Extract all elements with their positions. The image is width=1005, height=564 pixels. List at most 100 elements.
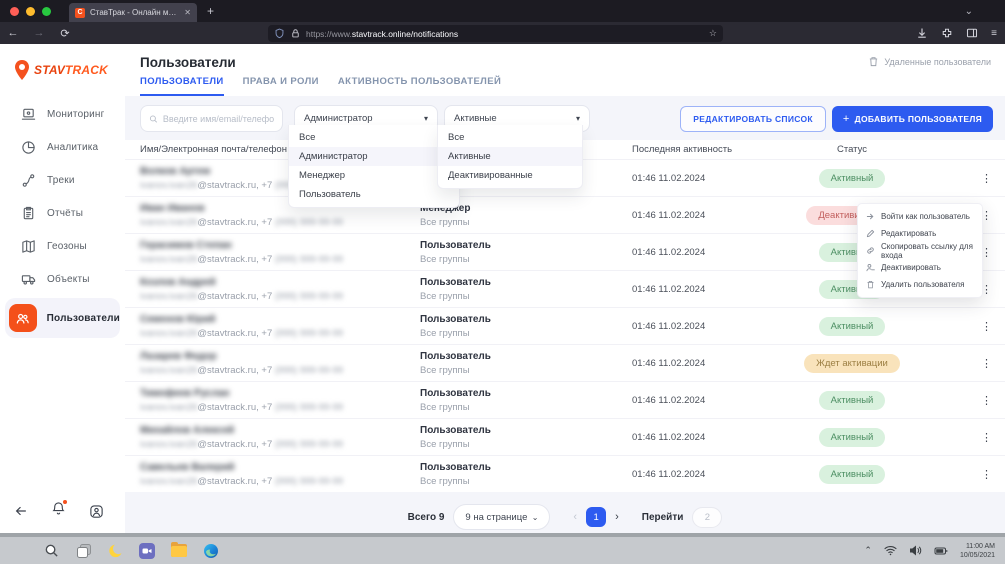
list-tabs-icon[interactable]: ⌄ (965, 6, 973, 17)
status-badge: Активный (819, 169, 886, 188)
menu-option[interactable]: Все (438, 128, 582, 147)
login-arrow-icon (866, 212, 875, 221)
lock-icon (290, 28, 301, 39)
notifications-bell[interactable] (51, 501, 66, 521)
deleted-users-link[interactable]: Удаленные пользователи (868, 56, 991, 67)
maximize-window-button[interactable] (42, 7, 51, 16)
last-activity: 01:46 11.02.2024 (632, 284, 782, 295)
per-page-select[interactable]: 9 на странице ⌄ (453, 504, 550, 530)
last-activity: 01:46 11.02.2024 (632, 432, 782, 443)
row-menu-button[interactable]: ⋮ (922, 468, 1005, 481)
edit-list-button[interactable]: РЕДАКТИРОВАТЬ СПИСОК (680, 106, 826, 132)
file-explorer-icon[interactable] (170, 542, 187, 559)
table-row[interactable]: Тимофеев Руслан ivanov.ivan26@stavtrack.… (125, 381, 1005, 418)
user-email: ivanov.ivan26@stavtrack.ru, +7 (999) 999… (140, 291, 420, 302)
teams-icon[interactable] (139, 543, 155, 559)
extensions-icon[interactable] (941, 27, 953, 39)
tab-users[interactable]: ПОЛЬЗОВАТЕЛИ (140, 76, 224, 96)
user-name: Козлов Андрей (140, 277, 420, 288)
volume-icon[interactable] (909, 545, 922, 556)
tab-user-activity[interactable]: АКТИВНОСТЬ ПОЛЬЗОВАТЕЛЕЙ (338, 76, 501, 96)
url-text: https://www.stavtrack.online/notificatio… (306, 29, 704, 39)
goto-page-input[interactable] (692, 507, 722, 528)
menu-option[interactable]: Деактивированные (438, 166, 582, 185)
user-role: Пользователь (420, 314, 632, 325)
search-input[interactable] (163, 114, 274, 124)
row-menu-button[interactable]: ⋮ (922, 357, 1005, 370)
toolbar-actions: ≡ (916, 27, 997, 39)
status-badge: Активный (819, 391, 886, 410)
row-menu-button[interactable]: ⋮ (922, 172, 1005, 185)
last-activity: 01:46 11.02.2024 (632, 210, 782, 221)
address-bar[interactable]: https://www.stavtrack.online/notificatio… (268, 25, 723, 42)
taskbar-clock[interactable]: 11:00 AM 10/05/2021 (960, 542, 995, 560)
start-button[interactable] (11, 542, 28, 559)
context-edit[interactable]: Редактировать (858, 225, 982, 242)
sidebar-item-objects[interactable]: Объекты (0, 263, 125, 296)
bookmark-star-icon[interactable]: ☆ (709, 28, 717, 39)
row-menu-button[interactable]: ⋮ (922, 431, 1005, 444)
context-copy-login-link[interactable]: Скопировать ссылку для входа (858, 242, 982, 259)
next-page-button[interactable]: › (615, 511, 619, 523)
forward-button[interactable]: → (26, 27, 52, 39)
sidebar-item-reports[interactable]: Отчёты (0, 197, 125, 230)
account-icon[interactable] (89, 504, 104, 519)
main-content: Пользователи Удаленные пользователи ПОЛЬ… (125, 44, 1005, 533)
row-menu-button[interactable]: ⋮ (922, 394, 1005, 407)
close-window-button[interactable] (10, 7, 19, 16)
add-user-button[interactable]: + ДОБАВИТЬ ПОЛЬЗОВАТЕЛЯ (832, 106, 993, 132)
browser-tab[interactable]: C СтавТрак - Онлайн мониторин ✕ (69, 3, 197, 22)
url-scheme: https://www. (306, 29, 352, 39)
prev-page-button[interactable]: ‹ (573, 511, 577, 523)
clock-date: 10/05/2021 (960, 551, 995, 560)
menu-option-selected[interactable]: Активные (438, 147, 582, 166)
menu-option[interactable]: Пользователь (289, 185, 459, 204)
taskbar-search-icon[interactable] (43, 542, 60, 559)
tracks-icon (21, 173, 36, 188)
current-page-button[interactable]: 1 (586, 507, 606, 527)
downloads-icon[interactable] (916, 27, 928, 39)
table-row[interactable]: Савельев Валерий ivanov.ivan26@stavtrack… (125, 455, 1005, 492)
sidebar-item-tracks[interactable]: Треки (0, 164, 125, 197)
new-tab-button[interactable]: + (207, 4, 214, 18)
tab-rights-roles[interactable]: ПРАВА И РОЛИ (243, 76, 319, 96)
os-taskbar: ⌃ 11:00 AM 10/05/2021 (0, 537, 1005, 564)
trash-icon (868, 56, 879, 67)
sidebar-item-users[interactable]: Пользователи (5, 298, 120, 338)
menu-hamburger-icon[interactable]: ≡ (991, 28, 997, 39)
task-view-icon[interactable] (75, 542, 92, 559)
row-context-menu: Войти как пользователь Редактировать Ско… (857, 203, 983, 298)
row-menu-button[interactable]: ⋮ (922, 320, 1005, 333)
table-row[interactable]: Семенов Юрий ivanov.ivan26@stavtrack.ru,… (125, 307, 1005, 344)
sidebar-item-geozones[interactable]: Геозоны (0, 230, 125, 263)
sidebar-item-monitoring[interactable]: Мониторинг (0, 98, 125, 131)
moon-app-icon[interactable] (107, 542, 124, 559)
sidebar-toggle-icon[interactable] (966, 27, 978, 39)
menu-option-selected[interactable]: Администратор (289, 147, 459, 166)
menu-option[interactable]: Менеджер (289, 166, 459, 185)
user-search[interactable] (140, 105, 283, 132)
sidebar-nav: Мониторинг Аналитика Треки Отчёты Геозон… (0, 98, 125, 338)
user-role: Пользователь (420, 425, 632, 436)
collapse-arrow-icon[interactable] (14, 504, 28, 518)
user-email: ivanov.ivan26@stavtrack.ru, +7 (999) 999… (140, 439, 420, 450)
reload-button[interactable]: ⟳ (52, 27, 78, 40)
context-deactivate[interactable]: Деактивировать (858, 259, 982, 276)
tab-close-icon[interactable]: ✕ (184, 8, 191, 17)
edge-browser-icon[interactable] (202, 542, 219, 559)
battery-icon[interactable] (934, 546, 948, 556)
tray-chevron-up-icon[interactable]: ⌃ (864, 545, 872, 556)
context-delete-user[interactable]: Удалить пользователя (858, 276, 982, 293)
wifi-icon[interactable] (884, 545, 897, 556)
user-role: Пользователь (420, 277, 632, 288)
table-row[interactable]: Михайлов Алексей ivanov.ivan26@stavtrack… (125, 418, 1005, 455)
sidebar-item-analytics[interactable]: Аналитика (0, 131, 125, 164)
minimize-window-button[interactable] (26, 7, 35, 16)
back-button[interactable]: ← (0, 27, 26, 39)
menu-option[interactable]: Все (289, 128, 459, 147)
monitoring-icon (21, 107, 36, 122)
search-icon (149, 114, 158, 124)
context-login-as-user[interactable]: Войти как пользователь (858, 208, 982, 225)
table-row[interactable]: Лазарев Федор ivanov.ivan26@stavtrack.ru… (125, 344, 1005, 381)
last-activity: 01:46 11.02.2024 (632, 173, 782, 184)
